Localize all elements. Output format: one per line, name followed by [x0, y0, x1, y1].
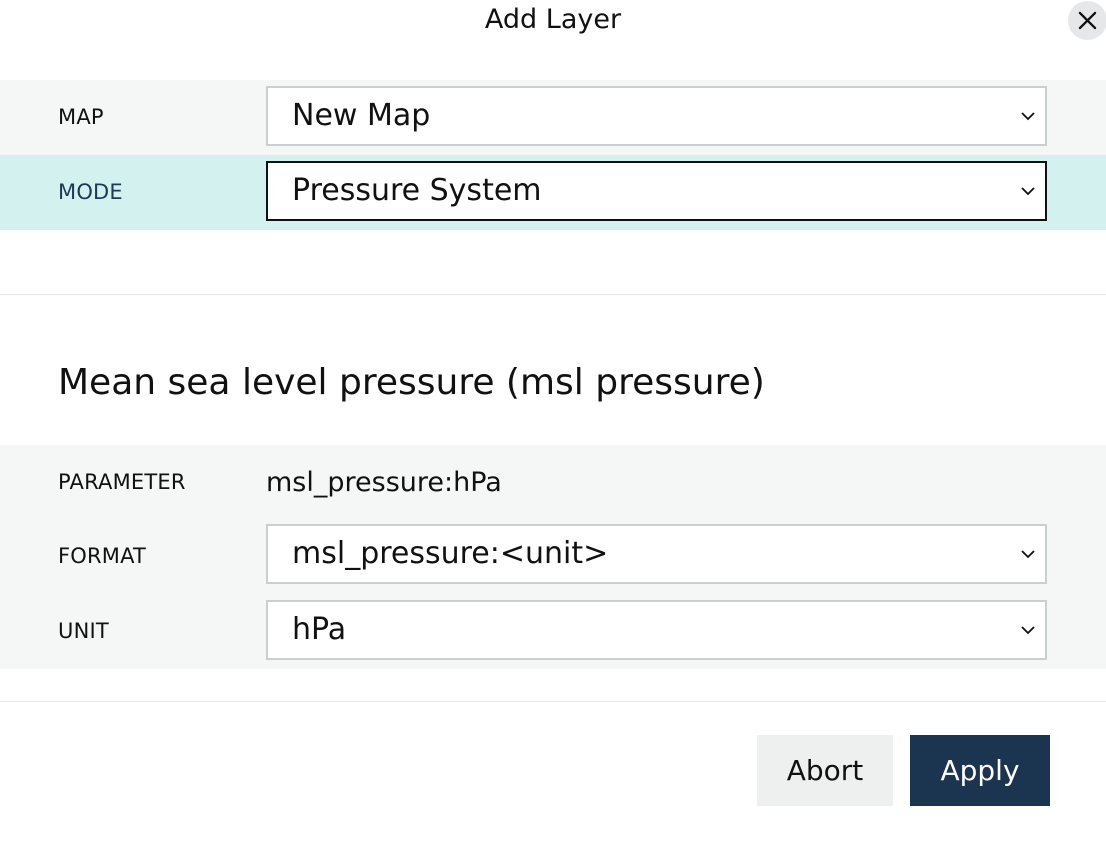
parameter-value: msl_pressure:hPa	[266, 467, 502, 498]
close-icon	[1078, 11, 1097, 30]
apply-button[interactable]: Apply	[910, 735, 1050, 806]
parameter-label: PARAMETER	[58, 470, 186, 494]
mode-label: MODE	[58, 180, 123, 204]
map-select[interactable]: New Map	[266, 86, 1047, 146]
parameter-panel: PARAMETER msl_pressure:hPa FORMAT msl_pr…	[0, 445, 1106, 669]
map-select-value: New Map	[292, 98, 431, 133]
chevron-down-icon	[1021, 187, 1035, 196]
map-row: MAP New Map	[0, 80, 1106, 155]
unit-select-value: hPa	[292, 612, 347, 647]
map-label: MAP	[58, 105, 104, 129]
divider	[0, 701, 1106, 702]
unit-select[interactable]: hPa	[266, 600, 1047, 660]
divider	[0, 294, 1106, 295]
chevron-down-icon	[1021, 112, 1035, 121]
mode-select-value: Pressure System	[292, 173, 542, 208]
abort-button[interactable]: Abort	[757, 735, 893, 806]
close-button[interactable]	[1068, 1, 1106, 40]
chevron-down-icon	[1021, 550, 1035, 559]
unit-label: UNIT	[58, 619, 109, 643]
chevron-down-icon	[1021, 626, 1035, 635]
format-select-value: msl_pressure:<unit>	[292, 536, 609, 571]
format-label: FORMAT	[58, 544, 147, 568]
mode-row: MODE Pressure System	[0, 155, 1106, 230]
dialog-title: Add Layer	[484, 4, 622, 35]
format-select[interactable]: msl_pressure:<unit>	[266, 524, 1047, 584]
section-title: Mean sea level pressure (msl pressure)	[58, 362, 765, 403]
mode-select[interactable]: Pressure System	[266, 161, 1047, 221]
